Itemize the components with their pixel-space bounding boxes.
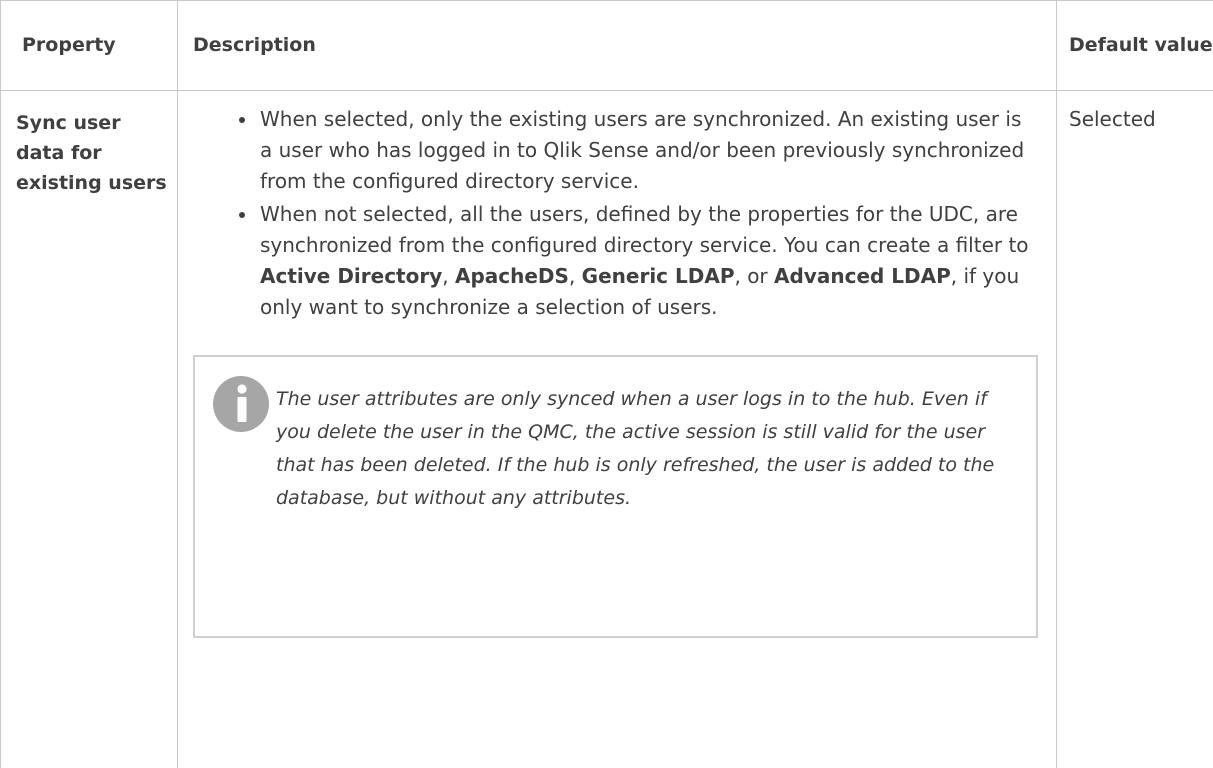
list-item: When selected, only the existing users a… bbox=[178, 104, 1056, 197]
table-row: Sync user data for existing users When s… bbox=[1, 91, 1213, 768]
default-value-cell: Selected bbox=[1057, 91, 1213, 768]
properties-table-wrapper: Property Description Default value Sync … bbox=[0, 0, 1213, 738]
table-header-row: Property Description Default value bbox=[1, 1, 1213, 91]
bold-term-active-directory: Active Directory bbox=[260, 264, 442, 288]
properties-table: Property Description Default value Sync … bbox=[0, 0, 1213, 768]
bold-term-apacheds: ApacheDS bbox=[455, 264, 569, 288]
property-name-cell: Sync user data for existing users bbox=[1, 91, 178, 768]
default-value: Selected bbox=[1069, 107, 1156, 131]
description-cell: When selected, only the existing users a… bbox=[178, 91, 1057, 768]
header-default-value: Default value bbox=[1057, 1, 1213, 91]
info-icon bbox=[213, 376, 269, 432]
bullet-text-part: , or bbox=[734, 264, 774, 288]
description-bullet-list: When selected, only the existing users a… bbox=[178, 104, 1056, 323]
info-note-text: The user attributes are only synced when… bbox=[276, 383, 1026, 515]
bullet-text-part: When not selected, all the users, define… bbox=[260, 202, 1029, 257]
bold-term-generic-ldap: Generic LDAP bbox=[582, 264, 735, 288]
property-name: Sync user data for existing users bbox=[16, 112, 167, 194]
bullet-text-part: , bbox=[442, 264, 455, 288]
bullet-text-part: , bbox=[569, 264, 582, 288]
header-description: Description bbox=[178, 1, 1057, 91]
bullet-text-selected: When selected, only the existing users a… bbox=[260, 107, 1024, 193]
bullet-icon bbox=[239, 117, 245, 123]
bold-term-advanced-ldap: Advanced LDAP bbox=[774, 264, 951, 288]
header-property: Property bbox=[1, 1, 178, 91]
bullet-icon bbox=[239, 212, 245, 218]
list-item: When not selected, all the users, define… bbox=[178, 199, 1056, 323]
info-note-box: The user attributes are only synced when… bbox=[193, 355, 1038, 638]
